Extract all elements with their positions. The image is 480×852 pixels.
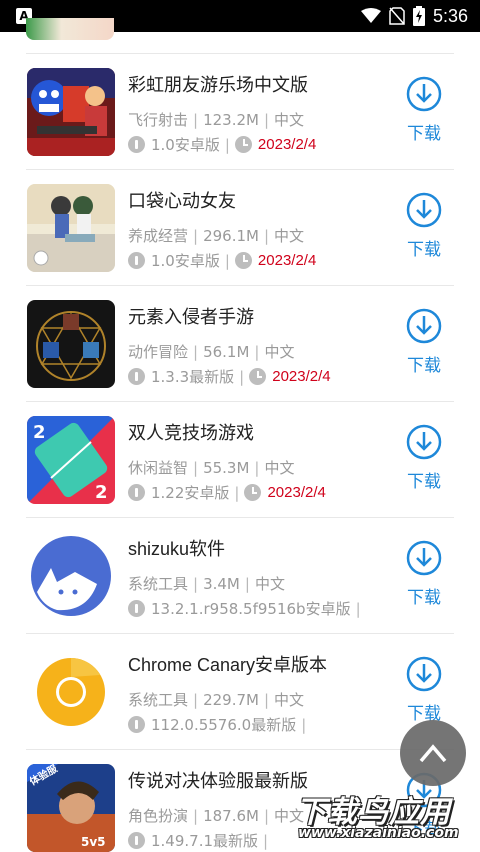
download-label: 下载 [407, 472, 441, 492]
app-version-row: 1.3.3最新版 | 2023/2/4 [128, 366, 331, 387]
app-meta: 角色扮演 | 187.6M | 中文 [128, 807, 305, 825]
arena-of-valor-icon[interactable]: 体验服 5v5 [27, 764, 115, 852]
download-icon [406, 76, 442, 112]
update-date: 2023/2/4 [267, 484, 326, 501]
download-button[interactable]: 下载 [400, 424, 448, 494]
app-title[interactable]: 双人竞技场游戏 [128, 419, 254, 445]
download-icon [406, 308, 442, 344]
update-date: 2023/2/4 [257, 252, 317, 269]
app-list[interactable]: 彩虹朋友游乐场中文版 飞行射击 | 123.2M | 中文 1.0安卓版 | 2023/2/… [0, 18, 480, 852]
watermark-url: www.xiazainiao.com [298, 825, 459, 841]
app-version-row: 13.2.1.r958.5f9516b安卓版 | [128, 598, 366, 619]
clock-icon [249, 368, 267, 385]
list-item[interactable]: 2 2 双人竞技场游戏 休闲益智 | 55.3M | 中文 1.22安卓版 | 2023/2… [26, 402, 454, 518]
download-icon [406, 424, 442, 460]
svg-text:2: 2 [33, 422, 46, 443]
list-item[interactable]: 彩虹朋友游乐场中文版 飞行射击 | 123.2M | 中文 1.0安卓版 | 2023/2/… [26, 54, 454, 170]
download-label: 下载 [407, 240, 441, 260]
no-sim-icon [389, 7, 405, 25]
list-item[interactable]: shizuku软件 系统工具 | 3.4M | 中文 13.2.1.r958.5f951… [26, 518, 454, 634]
clock: 5:36 [432, 5, 468, 26]
info-icon [128, 252, 145, 269]
app-version-row: 1.0安卓版 | 2023/2/4 [128, 250, 316, 271]
list-item[interactable]: Chrome Canary安卓版本 系统工具 | 229.7M | 中文 112.0.5… [26, 634, 454, 750]
app-version-row: 1.22安卓版 | 2023/2/4 [128, 482, 326, 503]
badge-5v5: 5v5 [81, 835, 106, 849]
download-icon [406, 540, 442, 576]
info-icon [128, 484, 145, 501]
download-button[interactable]: 下载 [400, 76, 448, 146]
download-button[interactable]: 下载 [400, 540, 448, 610]
list-item[interactable]: 元素入侵者手游 动作冒险 | 56.1M | 中文 1.3.3最新版 | 2023/2/4 … [26, 286, 454, 402]
download-label: 下载 [407, 588, 441, 608]
element-invader-icon[interactable] [27, 300, 115, 388]
battery-charging-icon [412, 6, 425, 26]
shizuku-icon[interactable] [27, 532, 115, 620]
update-date: 2023/2/4 [272, 368, 331, 385]
list-item-partial[interactable] [26, 18, 454, 54]
clock-icon [234, 136, 252, 153]
two-player-arena-icon[interactable]: 2 2 [27, 416, 115, 504]
app-version-row: 112.0.5576.0最新版 | [128, 714, 311, 735]
app-meta: 系统工具 | 229.7M | 中文 [128, 691, 305, 709]
watermark-logo: 下载鸟应用 www.xiazainiao.com [288, 785, 480, 849]
app-version-row: 1.0安卓版 | 2023/2/4 [128, 134, 316, 155]
info-icon [128, 832, 145, 849]
app-title[interactable]: 彩虹朋友游乐场中文版 [128, 71, 308, 97]
svg-text:2: 2 [95, 482, 108, 503]
app-meta: 养成经营 | 296.1M | 中文 [128, 227, 305, 245]
download-button[interactable]: 下载 [400, 308, 448, 378]
app-meta: 休闲益智 | 55.3M | 中文 [128, 459, 295, 477]
chevron-up-icon [419, 744, 447, 763]
app-meta: 系统工具 | 3.4M | 中文 [128, 575, 285, 593]
info-icon [128, 136, 145, 153]
download-label: 下载 [407, 124, 441, 144]
app-version-row: 1.49.7.1最新版 | [128, 830, 273, 851]
info-icon [128, 368, 145, 385]
info-icon [128, 716, 145, 733]
clock-icon [234, 252, 252, 269]
list-item[interactable]: 口袋心动女友 养成经营 | 296.1M | 中文 1.0安卓版 | 2023/2/4 下载 [26, 170, 454, 286]
app-title[interactable]: 元素入侵者手游 [128, 303, 254, 329]
download-icon [406, 192, 442, 228]
info-icon [128, 600, 145, 617]
clock-icon [244, 484, 262, 501]
app-title[interactable]: Chrome Canary安卓版本 [128, 651, 327, 677]
download-button[interactable]: 下载 [400, 656, 448, 726]
partial-app-icon [26, 18, 114, 40]
scroll-to-top-button[interactable] [400, 720, 466, 786]
download-button[interactable]: 下载 [400, 192, 448, 262]
download-label: 下载 [407, 356, 441, 376]
app-title[interactable]: shizuku软件 [128, 535, 225, 561]
chrome-canary-icon[interactable] [27, 648, 115, 736]
download-icon [406, 656, 442, 692]
app-title[interactable]: 传说对决体验服最新版 [128, 767, 308, 793]
update-date: 2023/2/4 [257, 136, 317, 153]
pocket-girlfriend-icon[interactable] [27, 184, 115, 272]
rainbow-friends-icon[interactable] [27, 68, 115, 156]
wifi-icon [360, 8, 381, 23]
app-title[interactable]: 口袋心动女友 [128, 187, 236, 213]
app-meta: 动作冒险 | 56.1M | 中文 [128, 343, 295, 361]
app-meta: 飞行射击 | 123.2M | 中文 [128, 111, 305, 129]
